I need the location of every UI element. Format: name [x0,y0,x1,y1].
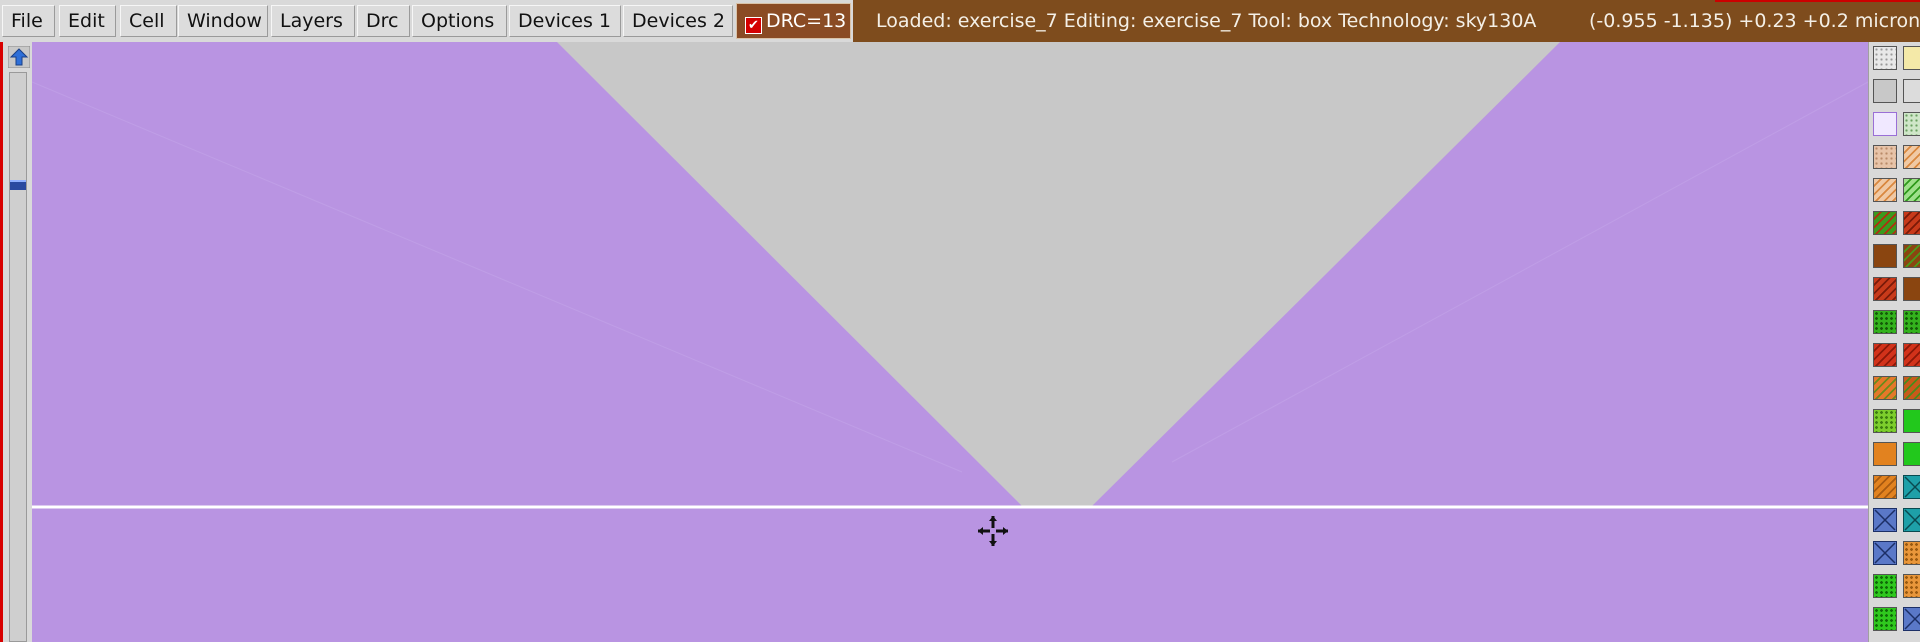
layer-swatch[interactable] [1903,79,1920,103]
status-bar: Loaded: exercise_7 Editing: exercise_7 T… [853,0,1920,42]
layer-swatch[interactable] [1873,112,1897,136]
menu-devices-2[interactable]: Devices 2 [623,5,733,37]
layer-swatch[interactable] [1873,541,1897,565]
layer-swatch[interactable] [1903,376,1920,400]
vertical-scrollbar[interactable] [9,72,27,642]
layer-swatch[interactable] [1873,244,1897,268]
drc-toggle[interactable]: ✔ DRC=13 [736,3,851,39]
layer-swatch[interactable] [1873,277,1897,301]
menu-layers[interactable]: Layers [271,5,355,37]
layer-swatch[interactable] [1903,277,1920,301]
menu-edit[interactable]: Edit [59,5,116,37]
layer-swatch[interactable] [1873,310,1897,334]
layer-swatch[interactable] [1873,409,1897,433]
layer-swatch[interactable] [1903,475,1920,499]
layer-swatch[interactable] [1873,343,1897,367]
drc-count-label: DRC=13 [766,10,847,32]
cursor-coordinates: (-0.955 -1.135) +0.23 +0.2 microns [1589,10,1920,32]
layer-swatch[interactable] [1873,46,1897,70]
status-text: Loaded: exercise_7 Editing: exercise_7 T… [876,10,1537,32]
layer-swatch[interactable] [1903,145,1920,169]
menu-options[interactable]: Options [412,5,507,37]
vertical-scrollbar-thumb[interactable] [10,180,26,190]
layer-swatch[interactable] [1873,145,1897,169]
layer-swatch[interactable] [1903,607,1920,631]
layer-swatch[interactable] [1873,178,1897,202]
layer-swatch[interactable] [1873,574,1897,598]
layer-swatch[interactable] [1903,574,1920,598]
crosshair-cursor-icon [978,516,1008,546]
layer-swatch[interactable] [1903,541,1920,565]
up-arrow-icon[interactable] [8,46,30,68]
layer-swatch[interactable] [1873,508,1897,532]
layer-swatch[interactable] [1873,442,1897,466]
layout-canvas[interactable] [32,42,1868,642]
left-scroll-rail [0,42,32,642]
layer-swatch[interactable] [1903,310,1920,334]
layer-swatch[interactable] [1903,442,1920,466]
menu-window[interactable]: Window [178,5,268,37]
layer-swatch[interactable] [1903,409,1920,433]
menu-cell[interactable]: Cell [120,5,177,37]
layer-swatch[interactable] [1873,211,1897,235]
layer-swatch[interactable] [1903,178,1920,202]
menu-drc[interactable]: Drc [357,5,410,37]
layer-swatch[interactable] [1873,79,1897,103]
menu-devices-1[interactable]: Devices 1 [509,5,621,37]
layer-swatch[interactable] [1903,46,1920,70]
layer-swatch[interactable] [1873,376,1897,400]
layer-swatch[interactable] [1903,244,1920,268]
layer-swatch[interactable] [1873,475,1897,499]
bottom-rectangle-shape [32,506,1868,642]
menu-file[interactable]: File [2,5,55,37]
menu-bar: File Edit Cell Window Layers Drc Options… [0,0,1920,42]
layer-swatch[interactable] [1903,112,1920,136]
layer-swatch[interactable] [1903,343,1920,367]
layer-swatch[interactable] [1903,211,1920,235]
drc-checkbox-icon[interactable]: ✔ [745,17,762,34]
layer-swatch[interactable] [1903,508,1920,532]
layer-swatch[interactable] [1873,607,1897,631]
layer-palette [1868,42,1920,642]
